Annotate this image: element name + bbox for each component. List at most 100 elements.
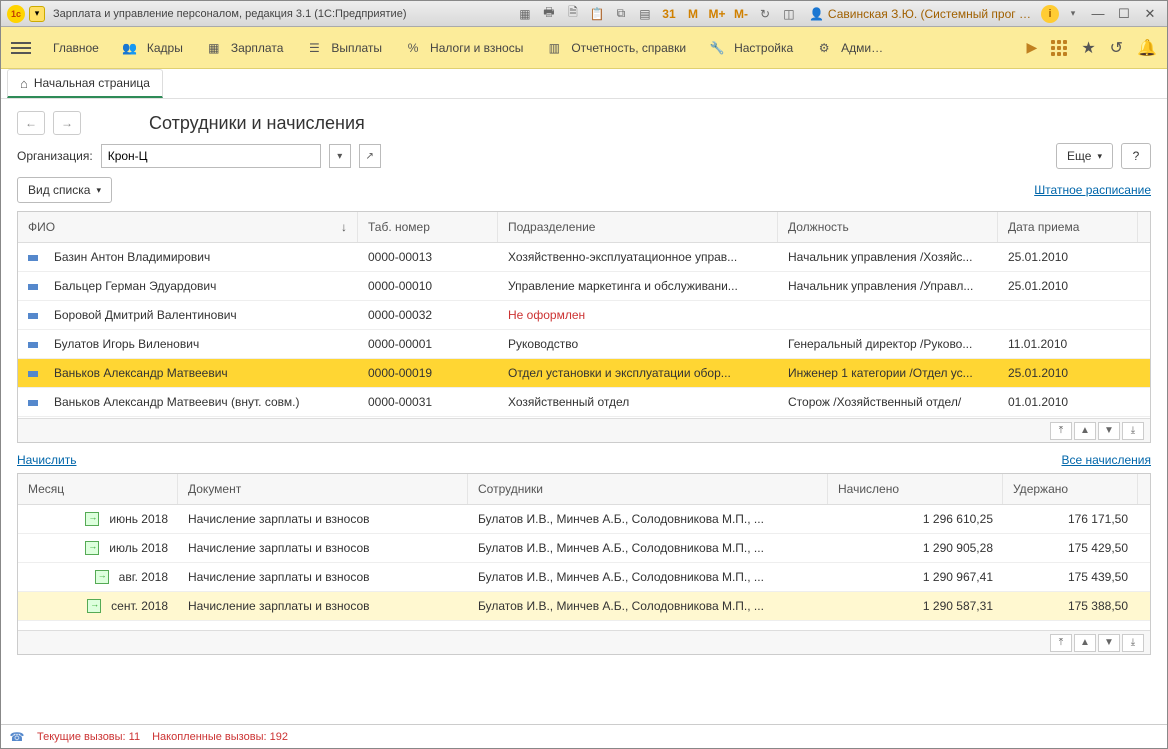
menu-main[interactable]: Главное [53, 41, 99, 55]
refresh-icon[interactable]: ↻ [755, 5, 775, 23]
menu-reports[interactable]: ▥Отчетность, справки [545, 39, 686, 57]
calculator-icon[interactable]: ▤ [635, 5, 655, 23]
menu-admin[interactable]: ⚙Адми… [815, 39, 883, 57]
table-row[interactable]: Ваньков Александр Матвеевич (внут. совм.… [18, 388, 1150, 417]
report-icon: ▥ [545, 39, 563, 57]
table2-first-button[interactable]: ⤒ [1050, 634, 1072, 652]
employees-table: ФИО↓ Таб. номер Подразделение Должность … [17, 211, 1151, 443]
org-input[interactable]: Крон-Ц [101, 144, 321, 168]
maximize-button[interactable]: ☐ [1113, 5, 1135, 23]
th-dep[interactable]: Подразделение [498, 212, 778, 242]
th-fio[interactable]: ФИО↓ [18, 212, 358, 242]
info-dropdown-icon[interactable]: ▾ [1063, 5, 1083, 23]
listview-button[interactable]: Вид списка▾ [17, 177, 112, 203]
gear-icon: ⚙ [815, 39, 833, 57]
help-button[interactable]: ? [1121, 143, 1151, 169]
table2-last-button[interactable]: ⤓ [1122, 634, 1144, 652]
history-icon[interactable]: ↺ [1110, 38, 1123, 58]
percent-icon: % [404, 39, 422, 57]
table-last-button[interactable]: ⤓ [1122, 422, 1144, 440]
zoom-mminus-icon[interactable]: M- [731, 5, 751, 23]
table-row[interactable]: сент. 2018Начисление зарплаты и взносовБ… [18, 592, 1150, 621]
tab-home[interactable]: ⌂ Начальная страница [7, 69, 163, 98]
copy-icon[interactable]: 📋 [587, 5, 607, 23]
row-icon [28, 400, 38, 406]
close-button[interactable]: ✕ [1139, 5, 1161, 23]
row-icon [28, 342, 38, 348]
calendar-icon[interactable]: 31 [659, 5, 679, 23]
table2-up-button[interactable]: ▲ [1074, 634, 1096, 652]
menu-salary[interactable]: ▦Зарплата [205, 39, 284, 57]
th-doc[interactable]: Документ [178, 474, 468, 504]
doc-icon [85, 541, 99, 555]
table-row[interactable]: Базин Антон Владимирович0000-00013Хозяйс… [18, 243, 1150, 272]
org-open-button[interactable]: ↗ [359, 144, 381, 168]
th-pos[interactable]: Должность [778, 212, 998, 242]
th-date[interactable]: Дата приема [998, 212, 1138, 242]
table-down-button[interactable]: ▼ [1098, 422, 1120, 440]
status-accum: Накопленные вызовы: 192 [152, 731, 288, 743]
menu-taxes[interactable]: %Налоги и взносы [404, 39, 523, 57]
accruals-table: Месяц Документ Сотрудники Начислено Удер… [17, 473, 1151, 655]
hamburger-icon[interactable] [11, 42, 31, 54]
table-up-button[interactable]: ▲ [1074, 422, 1096, 440]
table-first-button[interactable]: ⤒ [1050, 422, 1072, 440]
zoom-m-icon[interactable]: M [683, 5, 703, 23]
row-icon [28, 313, 38, 319]
grid-icon: ▦ [205, 39, 223, 57]
window-title: Зарплата и управление персоналом, редакц… [53, 8, 406, 20]
row-icon [28, 255, 38, 261]
row-icon [28, 371, 38, 377]
th-month[interactable]: Месяц [18, 474, 178, 504]
th-acc[interactable]: Начислено [828, 474, 1003, 504]
staffing-link[interactable]: Штатное расписание [1034, 183, 1151, 197]
menu-settings[interactable]: 🔧Настройка [708, 39, 793, 57]
tab-label: Начальная страница [34, 76, 150, 90]
table-row[interactable]: июнь 2018Начисление зарплаты и взносовБу… [18, 505, 1150, 534]
org-dropdown-button[interactable]: ▾ [329, 144, 351, 168]
toolbar-icon[interactable]: ▦ [515, 5, 535, 23]
app-menu-dropdown[interactable]: ▾ [29, 6, 45, 22]
more-button[interactable]: Еще▾ [1056, 143, 1113, 169]
table-row[interactable]: авг. 2018Начисление зарплаты и взносовБу… [18, 563, 1150, 592]
preview-icon[interactable]: 🗎 [563, 5, 583, 23]
compare-icon[interactable]: ⧉ [611, 5, 631, 23]
accrue-link[interactable]: Начислить [17, 453, 76, 467]
th-emp[interactable]: Сотрудники [468, 474, 828, 504]
table2-down-button[interactable]: ▼ [1098, 634, 1120, 652]
info-icon[interactable]: i [1041, 5, 1059, 23]
zoom-mplus-icon[interactable]: M+ [707, 5, 727, 23]
tab-bar: ⌂ Начальная страница [1, 69, 1167, 99]
th-tab[interactable]: Таб. номер [358, 212, 498, 242]
nav-forward-button[interactable]: → [53, 111, 81, 135]
nav-back-button[interactable]: ← [17, 111, 45, 135]
content-area: ← → Сотрудники и начисления Организация:… [1, 99, 1167, 724]
bell-icon[interactable]: 🔔 [1137, 38, 1157, 58]
all-accruals-link[interactable]: Все начисления [1061, 453, 1151, 467]
page-title: Сотрудники и начисления [149, 113, 365, 134]
table-row[interactable]: Ваньков Александр Матвеевич0000-00019Отд… [18, 359, 1150, 388]
doc-icon [87, 599, 101, 613]
org-label: Организация: [17, 149, 93, 163]
menu-payments[interactable]: ☰Выплаты [305, 39, 382, 57]
table-row[interactable]: Булатов Игорь Виленович0000-00001Руковод… [18, 330, 1150, 359]
titlebar: 1c ▾ Зарплата и управление персоналом, р… [1, 1, 1167, 27]
panels-icon[interactable]: ◫ [779, 5, 799, 23]
apps-grid-icon[interactable] [1051, 40, 1067, 56]
app-logo: 1c [7, 5, 25, 23]
wallet-icon: ☰ [305, 39, 323, 57]
user-badge[interactable]: 👤Савинская З.Ю. (Системный прог … [809, 7, 1031, 21]
status-bar: ☎ Текущие вызовы: 11 Накопленные вызовы:… [1, 724, 1167, 748]
star-icon[interactable]: ★ [1081, 38, 1095, 58]
minimize-button[interactable]: — [1087, 5, 1109, 23]
th-ded[interactable]: Удержано [1003, 474, 1138, 504]
menu-staff[interactable]: 👥Кадры [121, 39, 183, 57]
doc-icon [95, 570, 109, 584]
table-row[interactable]: Боровой Дмитрий Валентинович0000-00032Не… [18, 301, 1150, 330]
scroll-right-icon[interactable]: ▶ [1027, 39, 1038, 56]
doc-icon [85, 512, 99, 526]
print-icon[interactable]: 🖶 [539, 5, 559, 23]
table-row[interactable]: Бальцер Герман Эдуардович0000-00010Управ… [18, 272, 1150, 301]
table-row[interactable]: июль 2018Начисление зарплаты и взносовБу… [18, 534, 1150, 563]
wrench-icon: 🔧 [708, 39, 726, 57]
